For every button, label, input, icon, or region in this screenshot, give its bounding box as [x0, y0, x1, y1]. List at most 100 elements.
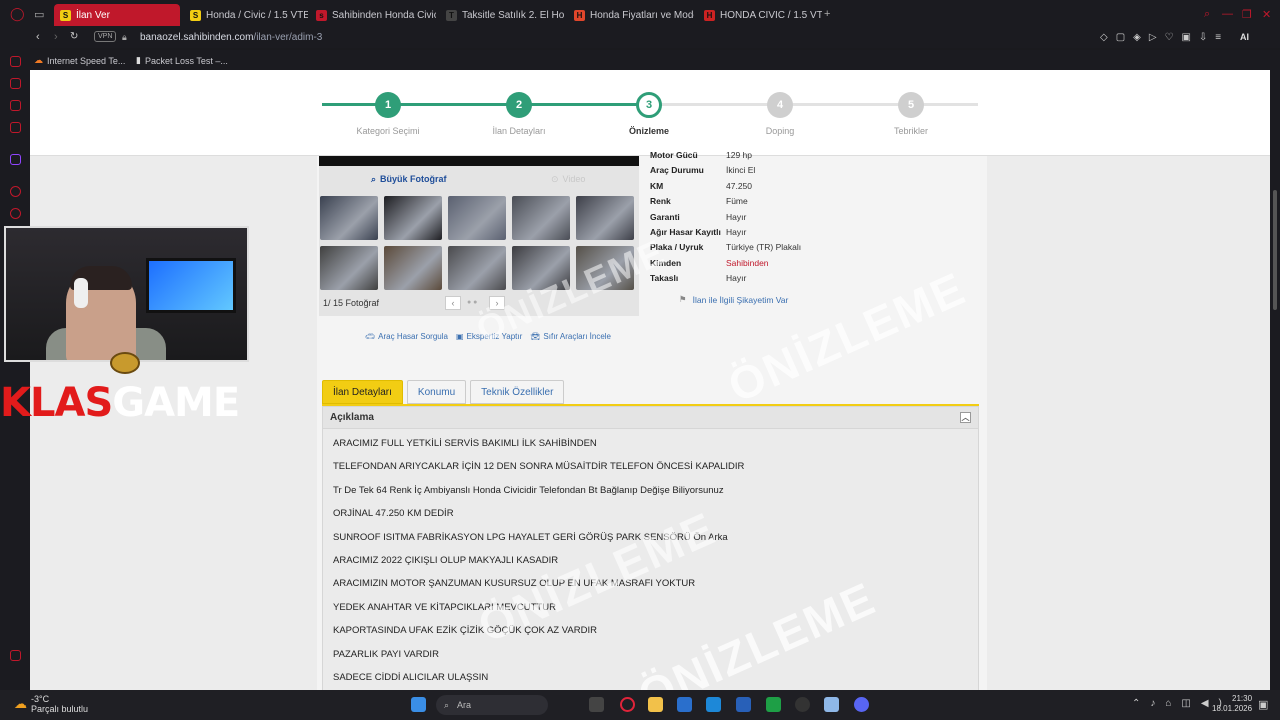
description-line: ARACIMIZ 2022 ÇIKIŞLI OLUP MAKYAJLI KASA…: [333, 555, 559, 566]
collapse-button[interactable]: ︿: [960, 412, 971, 423]
tab-overview-icon[interactable]: ▭: [34, 8, 44, 21]
description-panel: Açıklama ︿ ARACIMIZ FULL YETKİLİ SERVİS …: [322, 406, 979, 690]
description-line: PAZARLIK PAYI VARDIR: [333, 648, 439, 660]
browser-tab[interactable]: H HONDA CIVIC / 1.5 VTEC E: [698, 4, 822, 26]
toolbar-icons[interactable]: ◇▢◈▷♡▣⇩≡: [1100, 32, 1229, 43]
step-circle: 2: [506, 92, 532, 118]
task-view-icon[interactable]: [589, 697, 604, 712]
tab-technical-specs[interactable]: Teknik Özellikler: [470, 380, 565, 404]
damage-query-link[interactable]: 🚗︎ Araç Hasar Sorgula: [365, 332, 448, 341]
bookmark-label: Internet Speed Te...: [47, 55, 126, 66]
player-icon[interactable]: [10, 186, 21, 197]
spec-row: Plaka / Uyruk Türkiye (TR) Plakalı: [650, 242, 850, 257]
tab-location[interactable]: Konumu: [406, 380, 467, 404]
minimize-button[interactable]: —: [1222, 8, 1233, 20]
opera-logo-icon[interactable]: ◯: [10, 6, 25, 22]
search-tabs-icon[interactable]: ⌕: [1204, 8, 1210, 21]
browser-tab[interactable]: S İlan Ver: [54, 4, 180, 26]
clock[interactable]: 21:30 18.01.2026: [1212, 694, 1252, 714]
forward-arrow-icon[interactable]: ›: [54, 31, 58, 43]
description-line: ARACIMIZIN MOTOR ŞANZUMAN KUSURSUZ OLUP …: [333, 578, 696, 590]
url-host: banaozel.sahibinden.com: [140, 32, 254, 43]
browser-tab[interactable]: H Honda Fiyatları ve Modelle: [568, 4, 694, 26]
back-nav-icon[interactable]: [10, 56, 21, 67]
maximize-button[interactable]: ❐: [1242, 8, 1252, 21]
magnifier-icon: ⌕: [371, 174, 377, 184]
flag-icon: ⚑: [679, 294, 687, 304]
reload-icon[interactable]: ↻: [70, 31, 78, 42]
twitch-icon[interactable]: [10, 154, 21, 165]
xbox-icon[interactable]: [766, 697, 781, 712]
expertise-link[interactable]: ▣ Ekspertiz Yaptır: [456, 332, 522, 341]
photos-icon[interactable]: [736, 697, 751, 712]
photo-thumbnail[interactable]: [576, 196, 634, 240]
photo-thumbnail[interactable]: [448, 196, 506, 240]
browser-tab[interactable]: S Honda / Civic / 1.5 VTEC /: [184, 4, 308, 26]
tab-label: Honda Fiyatları ve Modelle: [590, 9, 694, 21]
spec-key: Takaslı: [650, 273, 679, 284]
detail-tabs: İlan Detayları Konumu Teknik Özellikler: [322, 380, 565, 406]
bookmarks-bar: ☁ Internet Speed Te... ▮ Packet Loss Tes…: [30, 50, 1280, 70]
taskbar-search[interactable]: ⌕ Ara: [436, 695, 548, 715]
notification-icon[interactable]: ▣: [1258, 698, 1268, 711]
vpn-badge[interactable]: VPN: [94, 31, 117, 42]
browser-tab[interactable]: s Sahibinden Honda Civic 1.: [310, 4, 436, 26]
opera-taskbar-icon[interactable]: [620, 697, 635, 712]
description-line: KAPORTASINDA UFAK EZİK ÇİZİK GÖÇÜK ÇOK A…: [333, 625, 597, 637]
bookmark-speed-test[interactable]: ☁ Internet Speed Te...: [34, 55, 125, 66]
obs-icon[interactable]: [795, 697, 810, 712]
description-title: Açıklama: [330, 412, 374, 423]
new-cars-link[interactable]: 🚘︎ Sıfır Araçları İncele: [530, 332, 611, 341]
gx-corner-icon[interactable]: [10, 650, 21, 661]
new-tab-button[interactable]: +: [824, 8, 830, 20]
instagram-icon[interactable]: [10, 122, 21, 133]
photo-thumbnail[interactable]: [576, 246, 634, 290]
car-check-icon: ▣: [455, 332, 464, 341]
spec-row: Kimden Sahibinden: [650, 258, 850, 273]
streamer-badge-icon: [110, 352, 140, 374]
prev-photo-button[interactable]: ‹: [445, 296, 461, 310]
temperature: -3°C: [31, 694, 50, 704]
photo-thumbnail[interactable]: [384, 246, 442, 290]
app-icon[interactable]: [824, 697, 839, 712]
browser-tab[interactable]: T Taksitle Satılık 2. El Honda: [440, 4, 564, 26]
page-scrollbar[interactable]: [1270, 70, 1280, 690]
ai-button[interactable]: AI: [1240, 32, 1249, 42]
pager-dots: ● ●: [467, 299, 478, 306]
tab-listing-details[interactable]: İlan Detayları: [322, 380, 403, 404]
video-link[interactable]: ⊙ Video: [551, 174, 585, 185]
url-field[interactable]: banaozel.sahibinden.com/ilan-ver/adim-3: [140, 32, 322, 43]
description-line: SADECE CİDDİ ALICILAR ULAŞSIN: [333, 672, 489, 683]
stepper-progress-line: [322, 103, 649, 106]
store-icon[interactable]: [677, 697, 692, 712]
weather-icon: ☁: [14, 696, 27, 711]
photo-thumbnail[interactable]: [320, 196, 378, 240]
main-photo[interactable]: [319, 156, 639, 166]
discord-icon[interactable]: [854, 697, 869, 712]
scroll-thumb[interactable]: [1273, 190, 1277, 310]
clock-time: 21:30: [1232, 694, 1253, 703]
bookmark-packet-loss[interactable]: ▮ Packet Loss Test –...: [136, 55, 228, 66]
photo-thumbnail[interactable]: [512, 246, 570, 290]
close-window-button[interactable]: ✕: [1262, 8, 1271, 21]
lock-icon[interactable]: 🔒︎: [122, 32, 127, 43]
search-icon: ⌕: [444, 699, 450, 710]
big-photo-link[interactable]: ⌕ Büyük Fotoğraf: [371, 174, 447, 185]
tab-label: Sahibinden Honda Civic 1.: [332, 9, 436, 21]
back-arrow-icon[interactable]: ‹: [36, 31, 40, 43]
messenger-icon[interactable]: [10, 100, 21, 111]
photo-thumbnail[interactable]: [320, 246, 378, 290]
edge-icon[interactable]: [706, 697, 721, 712]
history-icon[interactable]: [10, 208, 21, 219]
weather-widget[interactable]: ☁ -3°C Parçalı bulutlu: [14, 694, 88, 714]
aria-icon[interactable]: [10, 78, 21, 89]
spec-value: Hayır: [726, 211, 747, 222]
photo-thumbnail[interactable]: [448, 246, 506, 290]
spec-value: İkinci El: [726, 165, 756, 176]
complaint-link[interactable]: ⚑ İlan ile İlgili Şikayetim Var: [679, 294, 788, 305]
photo-thumbnail[interactable]: [384, 196, 442, 240]
photo-thumbnail[interactable]: [512, 196, 570, 240]
file-explorer-icon[interactable]: [648, 697, 663, 712]
windows-start-icon[interactable]: [411, 697, 426, 712]
next-photo-button[interactable]: ›: [489, 296, 505, 310]
